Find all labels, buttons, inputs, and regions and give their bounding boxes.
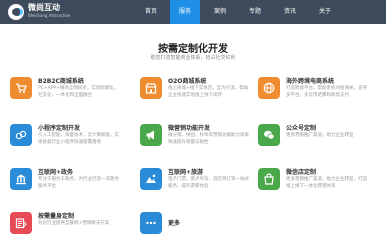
service-title: 更多	[168, 220, 181, 227]
service-card-mini-program[interactable]: 小程序定制开发 引入工智能，海量技术，云计算赋能，实现各类行业小程序快速部署落地	[10, 122, 120, 152]
nav-cases[interactable]: 案例	[205, 0, 235, 24]
service-description: 电子门票、景点导览、酒店预订等一站式服务，提升游客体验	[168, 177, 249, 189]
brand-name: 微尚互动	[28, 3, 60, 12]
custom-icon	[10, 212, 32, 234]
service-description: 打造跨境平台，帮助系统对接海关，支持多平台，多货币结算和跨境支付	[286, 86, 367, 98]
nav-about[interactable]: 关于	[310, 0, 340, 24]
page-title: 按需定制化开发	[158, 44, 228, 55]
brand-subtitle: Weishang Interactive	[28, 13, 71, 18]
service-card-wechat-store[interactable]: 微信店定制 更多营销推广渠道，助力企业转型，打造线上线下一体化营销体系	[258, 166, 368, 196]
service-description: 更多营销推广渠道，助力企业转型，打造线上线下一体化营销体系	[286, 177, 367, 189]
service-title: 微营销功能开发	[168, 125, 211, 132]
travel-icon	[140, 168, 162, 190]
service-title: 微信店定制	[286, 169, 317, 176]
service-card-o2o[interactable]: O2O商城系统 线上商城+线下实体店，互为引流，帮助企业快速实现线上线下闭环	[140, 75, 250, 105]
service-description: 引入工智能，海量技术，云计算赋能，实现各类行业小程序快速部署落地	[38, 133, 119, 145]
store-icon	[140, 77, 162, 99]
service-title: O2O商城系统	[168, 78, 207, 85]
top-navigation-bar: 微尚互动 Weishang Interactive 首页 服务 案例 专题 资讯…	[0, 0, 386, 24]
nav-topics[interactable]: 专题	[240, 0, 270, 24]
service-title: 海外跨境电商系统	[286, 78, 335, 85]
service-description: 微分销、拼团、秒杀等营销功能助力商家快速提升销量与粘性	[168, 133, 249, 145]
brand[interactable]: 微尚互动 Weishang Interactive	[28, 3, 70, 19]
service-description: 专注于服务于政务，为行业打造一流政务服务平台	[38, 177, 119, 189]
service-card-official-account[interactable]: 公众号定制 更多营销推广渠道，助力企业转型	[258, 122, 368, 152]
service-card-government[interactable]: 互联网+政务 专注于服务于政务，为行业打造一流政务服务平台	[10, 166, 120, 196]
wechat-icon	[258, 124, 280, 146]
service-description: 线上商城+线下实体店，互为引流，帮助企业快速实现线上线下闭环	[168, 86, 249, 98]
page-subtitle: 助您打造智能商业体系，抢占社交红利	[150, 55, 236, 61]
service-description: 为您行业提供互联网+营销解决方案	[38, 221, 110, 226]
service-title: 小程序定制开发	[38, 125, 81, 132]
service-description: PC+APP+微商全网同步，实现跨端化，社交化，一体化和全面融合	[38, 86, 119, 98]
cart-icon	[10, 77, 32, 99]
service-title: B2B2C商城系统	[38, 78, 84, 85]
brand-logo-icon[interactable]	[8, 4, 24, 20]
service-card-tourism[interactable]: 互联网+旅游 电子门票、景点导览、酒店预订等一站式服务，提升游客体验	[140, 166, 250, 196]
service-card-custom[interactable]: 按需量身定制 为您行业提供互联网+营销解决方案	[10, 210, 120, 240]
more-icon	[140, 212, 162, 234]
service-card-cross-border[interactable]: 海外跨境电商系统 打造跨境平台，帮助系统对接海关，支持多平台，多货币结算和跨境支…	[258, 75, 368, 105]
service-card-b2b2c[interactable]: B2B2C商城系统 PC+APP+微商全网同步，实现跨端化，社交化，一体化和全面…	[10, 75, 120, 105]
service-title: 互联网+政务	[38, 169, 74, 176]
government-icon	[10, 168, 32, 190]
megaphone-icon	[140, 124, 162, 146]
service-description: 更多营销推广渠道，助力企业转型	[286, 133, 354, 138]
nav-news[interactable]: 资讯	[275, 0, 305, 24]
service-card-marketing[interactable]: 微营销功能开发 微分销、拼团、秒杀等营销功能助力商家快速提升销量与粘性	[140, 122, 250, 152]
nav-services[interactable]: 服务	[170, 0, 200, 24]
miniapp-icon	[10, 124, 32, 146]
shop-icon	[258, 168, 280, 190]
service-card-more[interactable]: 更多	[140, 210, 250, 240]
nav-home[interactable]: 首页	[136, 0, 166, 24]
globe-icon	[258, 77, 280, 99]
service-title: 互联网+旅游	[168, 169, 204, 176]
service-title: 按需量身定制	[38, 213, 75, 220]
service-title: 公众号定制	[286, 125, 317, 132]
